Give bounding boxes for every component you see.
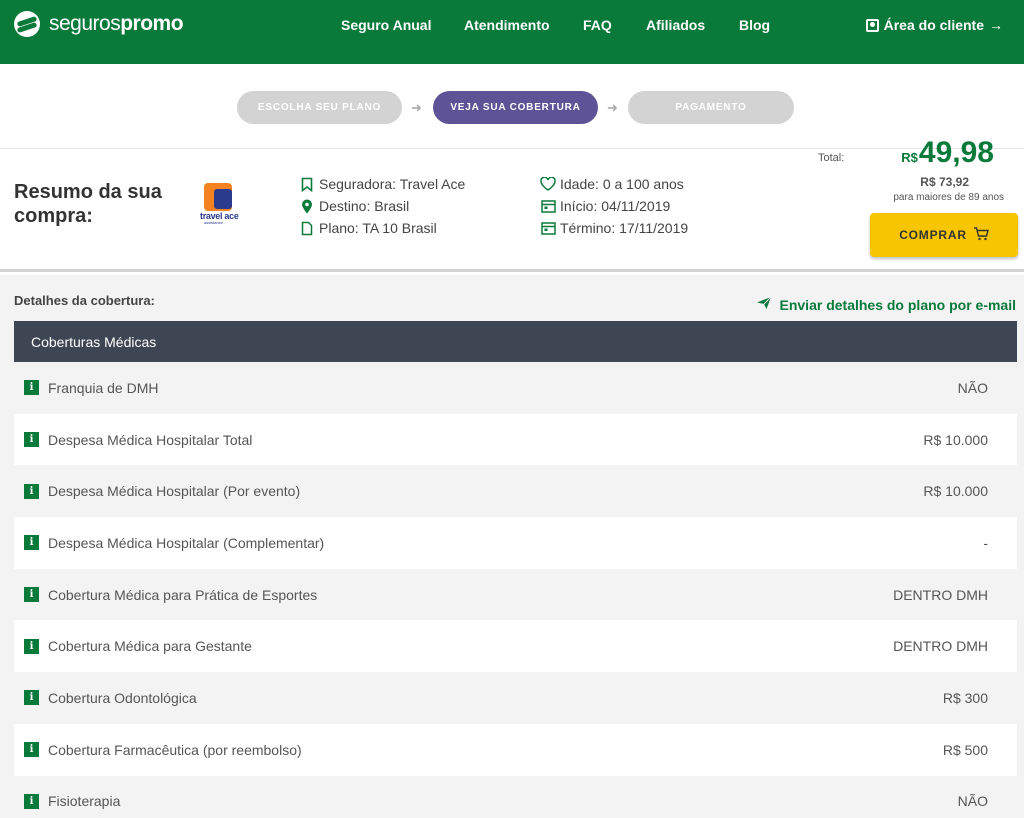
insurer-info: Seguradora: Travel Ace xyxy=(299,173,465,195)
info-icon[interactable]: i xyxy=(24,432,39,448)
info-icon[interactable]: i xyxy=(24,587,39,603)
info-icon[interactable]: i xyxy=(24,742,39,758)
table-row: i Cobertura Odontológica R$ 300 xyxy=(14,672,1017,724)
coverage-table: i Franquia de DMH NÃO i Despesa Médica H… xyxy=(14,362,1017,818)
table-row: i Cobertura Médica para Gestante DENTRO … xyxy=(14,620,1017,673)
arrow-right-icon: → xyxy=(989,17,1003,33)
info-icon[interactable]: i xyxy=(24,535,39,551)
calendar-icon xyxy=(540,220,556,236)
document-icon xyxy=(299,220,315,236)
top-navbar: segurospromo Seguro Anual Atendimento FA… xyxy=(0,0,1024,64)
user-icon xyxy=(865,18,879,32)
info-icon[interactable]: i xyxy=(24,380,39,396)
step-arrow-icon: ➜ xyxy=(411,100,422,115)
buy-button[interactable]: COMPRAR xyxy=(870,213,1018,257)
purchase-summary: Resumo da sua compra: travel ace assista… xyxy=(0,136,1024,272)
plan-info: Plano: TA 10 Brasil xyxy=(299,217,465,239)
senior-price-note: para maiores de 89 anos xyxy=(893,192,1004,203)
nav-atendimento[interactable]: Atendimento xyxy=(464,17,550,33)
step-pagamento[interactable]: PAGAMENTO xyxy=(628,91,794,124)
start-date-info: Início: 04/11/2019 xyxy=(540,195,688,217)
table-row: i Cobertura Médica para Prática de Espor… xyxy=(14,568,1017,621)
summary-details-right: Idade: 0 a 100 anos Início: 04/11/2019 T… xyxy=(540,173,688,239)
calendar-icon xyxy=(540,198,556,214)
coverage-details-label: Detalhes da cobertura: xyxy=(14,293,155,308)
email-plan-details-link[interactable]: Enviar detalhes do plano por e-mail xyxy=(756,296,1016,313)
coverage-details: Detalhes da cobertura: Enviar detalhes d… xyxy=(0,275,1024,818)
info-icon[interactable]: i xyxy=(24,793,39,809)
table-row: i Despesa Médica Hospitalar (Por evento)… xyxy=(14,465,1017,518)
table-row: i Despesa Médica Hospitalar Total R$ 10.… xyxy=(14,413,1017,466)
cart-icon xyxy=(973,226,989,244)
table-row: i Fisioterapia NÃO xyxy=(14,775,1017,818)
nav-afiliados[interactable]: Afiliados xyxy=(646,17,705,33)
info-icon[interactable]: i xyxy=(24,638,39,654)
location-pin-icon xyxy=(299,198,315,214)
summary-title: Resumo da sua compra: xyxy=(14,181,162,227)
table-row: i Franquia de DMH NÃO xyxy=(14,362,1017,414)
section-header-coberturas-medicas[interactable]: Coberturas Médicas xyxy=(14,321,1017,362)
total-label: Total: xyxy=(818,152,845,164)
age-info: Idade: 0 a 100 anos xyxy=(540,173,688,195)
info-icon[interactable]: i xyxy=(24,690,39,706)
nav-seguro-anual[interactable]: Seguro Anual xyxy=(341,17,432,33)
nav-blog[interactable]: Blog xyxy=(739,17,770,33)
heart-icon xyxy=(540,176,556,192)
table-row: i Despesa Médica Hospitalar (Complementa… xyxy=(14,517,1017,569)
nav-faq[interactable]: FAQ xyxy=(583,17,612,33)
info-icon[interactable]: i xyxy=(24,483,39,499)
price-box: Total: R$49,98 R$ 73,92 para maiores de … xyxy=(818,136,1018,269)
client-area-link[interactable]: Área do cliente → xyxy=(865,17,1003,33)
step-veja-cobertura[interactable]: VEJA SUA COBERTURA xyxy=(433,91,598,124)
client-area-label: Área do cliente xyxy=(883,17,984,33)
step-arrow-icon: ➜ xyxy=(607,100,618,115)
end-date-info: Término: 17/11/2019 xyxy=(540,217,688,239)
table-row: i Cobertura Farmacêutica (por reembolso)… xyxy=(14,723,1017,776)
checkout-steps: ESCOLHA SEU PLANO ➜ VEJA SUA COBERTURA ➜… xyxy=(0,91,1024,124)
bookmark-icon xyxy=(299,176,315,192)
summary-details-left: Seguradora: Travel Ace Destino: Brasil P… xyxy=(299,173,465,239)
total-price: R$49,98 xyxy=(901,136,994,169)
destination-info: Destino: Brasil xyxy=(299,195,465,217)
senior-price: R$ 73,92 xyxy=(920,175,969,189)
insurer-logo: travel ace assistance xyxy=(200,183,244,225)
send-icon xyxy=(756,296,772,313)
step-escolha-plano[interactable]: ESCOLHA SEU PLANO xyxy=(237,91,402,124)
